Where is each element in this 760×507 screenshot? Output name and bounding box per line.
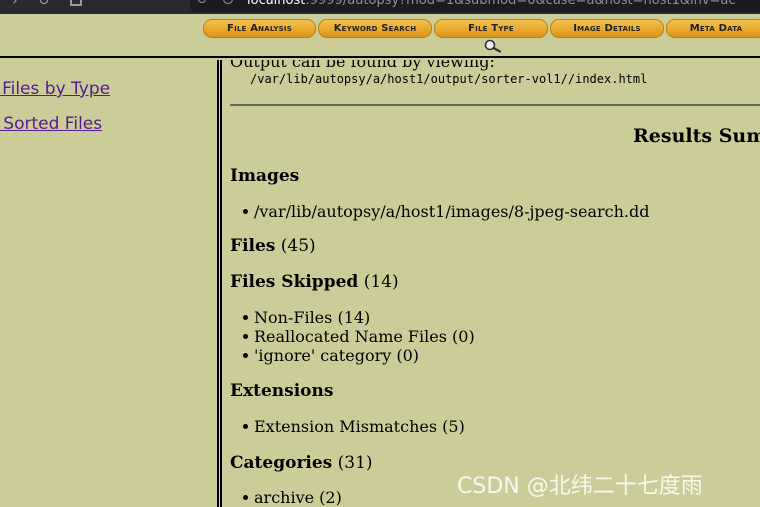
list-item: Reallocated Name Files (0) xyxy=(243,327,475,346)
left-frame: t Files by Type w Sorted Files xyxy=(0,60,217,507)
site-info-icon[interactable] xyxy=(223,0,233,4)
browser-toolbar: › ↻ localhost:9999/autopsy?mod=1&submod=… xyxy=(0,0,760,14)
output-path: /var/lib/autopsy/a/host1/output/sorter-v… xyxy=(250,72,648,86)
list-item: Extension Mismatches (5) xyxy=(243,417,465,436)
files-skipped-heading: Files Skipped (14) xyxy=(230,272,399,292)
list-item: 'ignore' category (0) xyxy=(242,346,420,365)
categories-heading: Categories (31) xyxy=(230,453,373,473)
sort-files-by-type-link[interactable]: t Files by Type xyxy=(0,79,110,99)
output-location-heading: Output can be found by viewing: xyxy=(230,60,495,71)
address-bar[interactable]: localhost:9999/autopsy?mod=1&submod=0&ca… xyxy=(190,0,760,12)
home-icon[interactable] xyxy=(70,0,82,6)
horizontal-rule xyxy=(230,104,760,106)
reload-icon[interactable]: ↻ xyxy=(38,0,50,8)
images-heading: Images xyxy=(230,166,300,186)
tab-file-type[interactable]: File Type xyxy=(434,19,548,38)
image-path-item: /var/lib/autopsy/a/host1/images/8-jpeg-s… xyxy=(243,202,650,221)
tab-file-analysis[interactable]: File Analysis xyxy=(203,19,316,38)
view-sorted-files-link[interactable]: w Sorted Files xyxy=(0,114,102,134)
list-item: archive (2) xyxy=(243,488,342,507)
list-item: Non-Files (14) xyxy=(242,308,371,327)
results-pane: Output can be found by viewing: /var/lib… xyxy=(222,60,760,507)
watermark: CSDN @北纬二十七度雨 xyxy=(457,474,703,499)
magnifier-icon xyxy=(484,39,502,53)
tab-image-details[interactable]: Image Details xyxy=(550,19,664,38)
tab-bar: File Analysis Keyword Search File Type I… xyxy=(0,14,760,58)
extensions-heading: Extensions xyxy=(230,381,334,401)
tracking-protection-icon[interactable] xyxy=(198,0,206,3)
results-summary-title: Results Summary xyxy=(633,125,760,147)
files-heading: Files (45) xyxy=(230,236,316,256)
forward-icon[interactable]: › xyxy=(12,0,18,8)
tab-keyword-search[interactable]: Keyword Search xyxy=(318,19,432,38)
tab-meta-data[interactable]: Meta Data xyxy=(666,19,760,38)
url-text[interactable]: localhost:9999/autopsy?mod=1&submod=0&ca… xyxy=(247,0,736,8)
